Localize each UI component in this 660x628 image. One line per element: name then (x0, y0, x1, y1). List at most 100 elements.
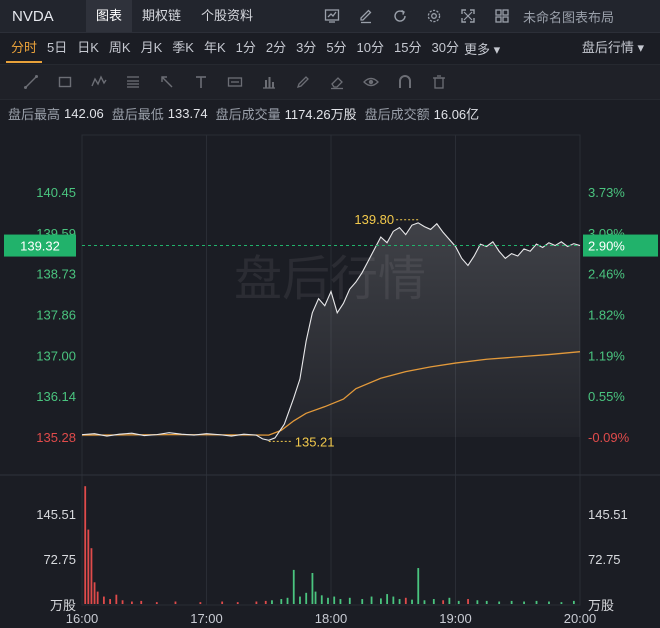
time-tick-label: 20:00 (564, 611, 597, 626)
right-percent-axis: 3.73%3.09%2.46%1.82%1.19%0.55%-0.09% (588, 185, 630, 445)
refresh-icon[interactable] (383, 0, 417, 32)
toolbar-icons (315, 0, 519, 32)
volume-bar (221, 601, 224, 604)
fib-tool-icon[interactable] (116, 65, 150, 99)
min-marker-label: 135.21 (295, 434, 335, 449)
volume-bar (140, 600, 143, 604)
tab-stock-profile[interactable]: 个股资料 (191, 0, 263, 32)
intraday-chart[interactable]: 盘后行情 140.45139.59138.73137.86137.00136.1… (0, 125, 660, 628)
volume-bar (361, 599, 364, 604)
volume-label: 盘后成交量 (215, 106, 281, 122)
percent-tick-label: -0.09% (588, 430, 630, 445)
period-monthly-k[interactable]: 月K (136, 33, 168, 63)
tab-chart[interactable]: 图表 (86, 0, 133, 32)
volume-bar (448, 597, 451, 604)
volume-axis: 145.51 145.5172.75 72.75万股 万股 (36, 507, 628, 613)
period-intraday[interactable]: 分时 (6, 33, 43, 63)
volume-bar (548, 601, 550, 604)
period-10min[interactable]: 10分 (352, 33, 389, 63)
percent-tick-label: 0.55% (588, 389, 625, 404)
rect-tool-icon[interactable] (48, 65, 82, 99)
volume-bar (417, 568, 420, 604)
eye-icon[interactable] (354, 65, 388, 99)
volume-bar (423, 600, 426, 604)
layout-name-dropdown[interactable]: 未命名图表布局 (523, 7, 614, 26)
text-tool-icon[interactable] (184, 65, 218, 99)
session-label: 盘后行情 (581, 40, 634, 55)
percent-tick-label: 1.19% (588, 348, 625, 363)
measure-tool-icon[interactable] (252, 65, 286, 99)
volume-bar (348, 597, 351, 604)
volume-bar (236, 602, 239, 604)
volume-bar (314, 591, 317, 604)
drawing-toolbar (0, 64, 660, 100)
volume-bar (392, 596, 395, 604)
volume-bar (327, 597, 329, 604)
more-periods-dropdown[interactable]: 更多 ▾ (464, 39, 500, 58)
magnet-icon[interactable] (388, 65, 422, 99)
grid-icon[interactable] (485, 0, 519, 32)
volume-tick-label: 145.51 (36, 507, 76, 522)
volume-bar (457, 600, 460, 604)
price-tool-icon[interactable] (218, 65, 252, 99)
period-weekly-k[interactable]: 周K (104, 33, 136, 63)
arrow-tool-icon[interactable] (150, 65, 184, 99)
volume-bar (264, 600, 267, 604)
volume-bar (255, 601, 258, 604)
volume-bar (411, 599, 413, 604)
volume-bar (305, 592, 308, 604)
period-bar: 分时 5日 日K 周K 月K 季K 年K 1分 2分 3分 5分 10分 15分… (0, 33, 660, 63)
period-30min[interactable]: 30分 (426, 33, 463, 63)
volume-bar (572, 600, 575, 604)
time-tick-label: 16:00 (66, 611, 99, 626)
high-label: 盘后最高 (8, 106, 61, 122)
volume-bar (102, 596, 105, 604)
chevron-down-icon: ▾ (637, 40, 644, 55)
after-hours-info: 盘后最高 142.06 盘后最低 133.74 盘后成交量 1174.26万股 … (0, 101, 660, 125)
volume-bar (271, 600, 273, 604)
volume-bar (155, 602, 158, 604)
period-quarterly-k[interactable]: 季K (167, 33, 199, 63)
tab-option-chain[interactable]: 期权链 (132, 0, 191, 32)
chart-icon[interactable] (315, 0, 349, 32)
volume-bar (333, 596, 336, 604)
price-tick-label: 138.73 (36, 267, 76, 282)
volume-bar (320, 595, 323, 604)
wave-tool-icon[interactable] (82, 65, 116, 99)
edit-icon[interactable] (349, 0, 383, 32)
session-select[interactable]: 盘后行情 ▾ (582, 33, 644, 63)
period-2min[interactable]: 2分 (261, 33, 291, 63)
percent-tick-label: 2.46% (588, 267, 625, 282)
eraser-tool-icon[interactable] (320, 65, 354, 99)
period-yearly-k[interactable]: 年K (199, 33, 231, 63)
amount-value: 16.06亿 (433, 106, 480, 122)
volume-bar (292, 569, 295, 604)
volume-bar (398, 599, 401, 604)
period-5min[interactable]: 5分 (321, 33, 351, 63)
volume-bar (476, 600, 479, 604)
period-15min[interactable]: 15分 (389, 33, 426, 63)
volume-bar (286, 597, 289, 604)
period-daily-k[interactable]: 日K (72, 33, 104, 63)
volume-bar (432, 599, 435, 604)
line-tool-icon[interactable] (14, 65, 48, 99)
current-price-label: 139.32 (20, 239, 60, 254)
time-tick-label: 17:00 (190, 611, 223, 626)
time-axis: 16:00 17:00 18:00 19:00 20:00 (66, 611, 597, 626)
ticker-symbol: NVDA (12, 7, 54, 25)
fullscreen-icon[interactable] (451, 0, 485, 32)
price-tick-label: 137.86 (36, 308, 76, 323)
pen-tool-icon[interactable] (286, 65, 320, 99)
delete-icon[interactable] (422, 65, 456, 99)
period-5day[interactable]: 5日 (42, 33, 72, 63)
period-3min[interactable]: 3分 (291, 33, 321, 63)
volume-bar (370, 596, 373, 604)
volume-bar (121, 600, 124, 604)
gear-icon[interactable] (417, 0, 451, 32)
volume-bar (109, 599, 112, 604)
max-marker-label: 139.80 (354, 212, 394, 227)
period-1min[interactable]: 1分 (231, 33, 261, 63)
volume-bar (299, 596, 301, 604)
volume-bar (498, 601, 501, 604)
volume-bar (96, 591, 99, 604)
